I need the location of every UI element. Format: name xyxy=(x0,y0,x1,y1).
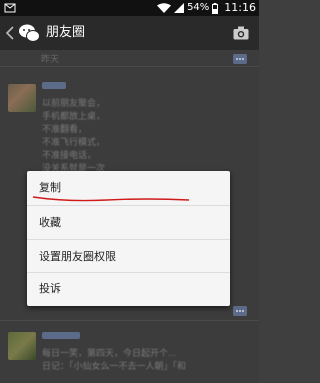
wechat-logo-icon xyxy=(19,24,40,42)
avatar[interactable] xyxy=(8,332,36,360)
notification-icon xyxy=(4,3,16,13)
back-icon[interactable] xyxy=(6,26,14,40)
post-date: 昨天 xyxy=(41,55,60,65)
clock: 11:16 xyxy=(224,1,256,14)
post-line: 手机都放上桌， xyxy=(42,112,106,122)
status-bar: 54% 11:16 xyxy=(0,0,259,16)
battery-icon xyxy=(212,2,219,14)
menu-item-favorite[interactable]: 收藏 xyxy=(27,206,230,240)
menu-item-moments-permission[interactable]: 设置朋友圈权限 xyxy=(27,240,230,274)
context-menu: 复制 收藏 设置朋友圈权限 投诉 xyxy=(27,171,230,306)
post-line: 以前朋友聚会， xyxy=(42,99,106,109)
post-line: 日记：「小仙女么一不去一人朝」「和 xyxy=(42,362,187,372)
author-name[interactable] xyxy=(42,332,80,339)
comment-icon[interactable] xyxy=(233,54,247,64)
battery-percent: 54% xyxy=(187,2,210,13)
post-line: 不准翻看， xyxy=(42,125,88,135)
post-line: 不准接电话， xyxy=(42,151,97,161)
author-name[interactable] xyxy=(42,82,66,89)
divider xyxy=(0,320,259,321)
avatar[interactable] xyxy=(8,84,36,112)
menu-item-report[interactable]: 投诉 xyxy=(27,272,230,306)
comment-icon[interactable] xyxy=(233,306,247,316)
camera-icon[interactable] xyxy=(233,26,249,40)
post-line: 不准飞行模式， xyxy=(42,138,106,148)
post-line: 每日一笑，第四天，今日起开个... xyxy=(42,349,177,359)
divider xyxy=(0,66,259,67)
signal-icon xyxy=(174,3,185,13)
page-title: 朋友圈 xyxy=(46,25,86,40)
wifi-icon xyxy=(157,3,172,13)
app-bar: 朋友圈 xyxy=(0,16,259,50)
